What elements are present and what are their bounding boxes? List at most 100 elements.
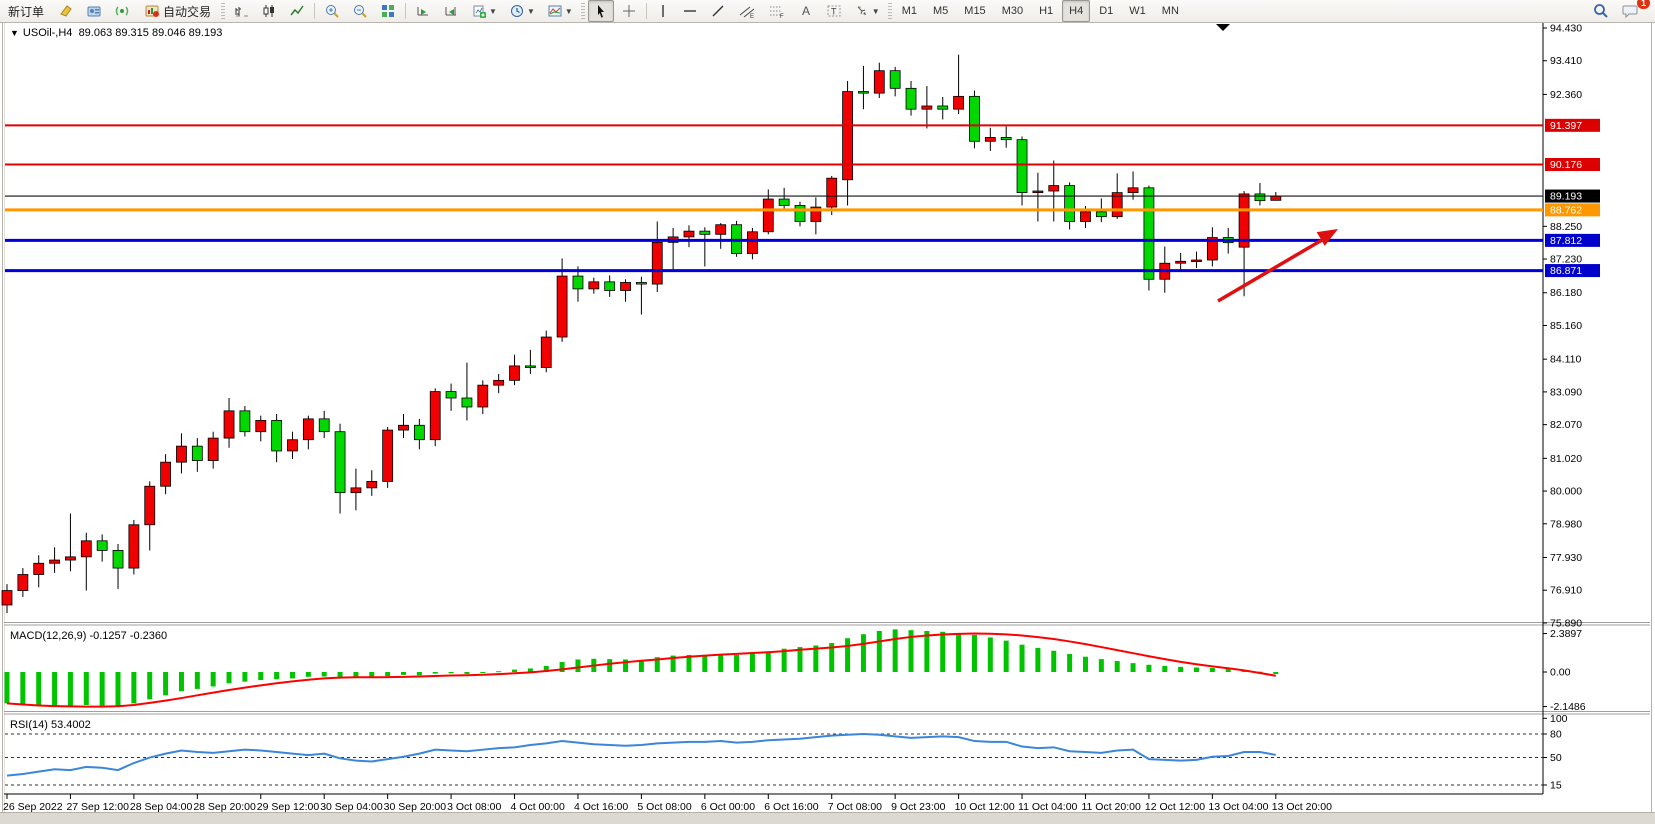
svg-text:A: A bbox=[802, 4, 810, 18]
accounts-button[interactable] bbox=[81, 0, 107, 22]
horizontal-lines bbox=[5, 125, 1543, 270]
step-back-icon bbox=[443, 3, 459, 19]
candle-body bbox=[636, 282, 646, 284]
fibonacci-icon: F bbox=[768, 3, 786, 19]
text-icon: A bbox=[798, 3, 814, 19]
zoom-out-button[interactable] bbox=[347, 0, 373, 22]
new-chart-button[interactable]: ▼ bbox=[466, 0, 502, 22]
chart-forward-button[interactable] bbox=[410, 0, 436, 22]
fibonacci-button[interactable]: F bbox=[763, 0, 791, 22]
template-icon bbox=[547, 3, 563, 19]
toolbar-separator bbox=[405, 3, 406, 19]
chat-button[interactable]: 1 bbox=[1617, 0, 1645, 22]
macd-histogram-bar bbox=[877, 631, 882, 672]
window-bottom-strip bbox=[0, 812, 1655, 824]
candle-body bbox=[129, 525, 139, 568]
price-tick-label: 83.090 bbox=[1550, 386, 1582, 398]
dropdown-arrow-icon: ▼ bbox=[565, 7, 573, 16]
macd-histogram-bar bbox=[5, 672, 10, 703]
macd-histogram-bar bbox=[893, 629, 898, 672]
chart-canvas[interactable]: 94.43093.41092.36088.25087.23086.18085.1… bbox=[0, 22, 1655, 823]
candle-body bbox=[303, 419, 313, 440]
symbol-period-label: USOil-,H4 bbox=[23, 27, 73, 39]
candle-body bbox=[145, 486, 155, 525]
trendline-icon bbox=[710, 3, 726, 19]
candle-body bbox=[652, 242, 662, 284]
candle-body bbox=[81, 541, 91, 557]
rsi-axis-label: 100 bbox=[1550, 713, 1568, 725]
price-badge-label: 88.762 bbox=[1550, 204, 1582, 216]
timeframe-MN[interactable]: MN bbox=[1155, 0, 1186, 22]
macd-histogram-bar bbox=[1131, 663, 1136, 672]
history-center-button[interactable] bbox=[53, 0, 79, 22]
chart-back-button[interactable] bbox=[438, 0, 464, 22]
zoom-in-button[interactable] bbox=[319, 0, 345, 22]
signals-button[interactable] bbox=[109, 0, 135, 22]
candle-body bbox=[969, 96, 979, 141]
timeframe-H1[interactable]: H1 bbox=[1032, 0, 1060, 22]
candle-body bbox=[843, 92, 853, 180]
macd-histogram-bar bbox=[211, 672, 216, 686]
auto-trading-button[interactable]: 自动交易 bbox=[137, 0, 218, 22]
timeframe-M30[interactable]: M30 bbox=[995, 0, 1030, 22]
new-order-button[interactable]: 新订单 bbox=[1, 0, 51, 22]
trendline-button[interactable] bbox=[705, 0, 731, 22]
pane-frame bbox=[4, 22, 1650, 794]
accounts-icon bbox=[86, 3, 102, 19]
candle-body bbox=[779, 199, 789, 205]
timeframe-W1[interactable]: W1 bbox=[1122, 0, 1153, 22]
timeframe-H4[interactable]: H4 bbox=[1062, 0, 1090, 22]
macd-histogram-bar bbox=[417, 672, 422, 675]
candle-chart-button[interactable] bbox=[256, 0, 282, 22]
tile-windows-button[interactable] bbox=[375, 0, 401, 22]
zoom-out-icon bbox=[352, 3, 368, 19]
macd-histogram-bar bbox=[401, 672, 406, 675]
candle-body bbox=[176, 446, 186, 462]
macd-pane: 2.38970.00-2.1486 bbox=[5, 628, 1586, 713]
new-order-label: 新订单 bbox=[8, 3, 44, 20]
template-button[interactable]: ▼ bbox=[542, 0, 578, 22]
candle-body bbox=[922, 106, 932, 109]
macd-axis-label: 0.00 bbox=[1550, 667, 1571, 679]
macd-histogram-bar bbox=[1146, 665, 1151, 672]
timeframe-group: M1M5M15M30H1H4D1W1MN bbox=[894, 0, 1187, 22]
text-label-button[interactable]: T bbox=[821, 0, 847, 22]
macd-histogram-bar bbox=[116, 672, 121, 707]
candle-body bbox=[113, 550, 123, 568]
crosshair-button[interactable] bbox=[616, 0, 642, 22]
macd-histogram-bar bbox=[861, 634, 866, 672]
equidistant-channel-button[interactable]: E bbox=[733, 0, 761, 22]
rsi-pane: 100805015 bbox=[5, 713, 1568, 792]
timeframe-M5[interactable]: M5 bbox=[926, 0, 955, 22]
macd-histogram-bar bbox=[195, 672, 200, 689]
macd-histogram-bar bbox=[131, 672, 136, 703]
candle-body bbox=[272, 420, 282, 450]
arrow-head bbox=[1317, 229, 1338, 246]
macd-histogram-bar bbox=[36, 672, 41, 705]
timeframe-M1[interactable]: M1 bbox=[895, 0, 924, 22]
period-button[interactable]: ▼ bbox=[504, 0, 540, 22]
horizontal-line-button[interactable] bbox=[677, 0, 703, 22]
arrows-button[interactable]: ▼ bbox=[849, 0, 885, 22]
candle-body bbox=[1176, 261, 1186, 263]
macd-histogram-bar bbox=[607, 659, 612, 672]
cursor-button[interactable] bbox=[588, 0, 614, 22]
price-badge-label: 90.176 bbox=[1550, 159, 1582, 171]
text-button[interactable]: A bbox=[793, 0, 819, 22]
macd-histogram-bar bbox=[734, 655, 739, 672]
rsi-axis-label: 50 bbox=[1550, 752, 1562, 764]
rsi-axis-label: 15 bbox=[1550, 779, 1562, 791]
line-chart-button[interactable] bbox=[284, 0, 310, 22]
timeframe-D1[interactable]: D1 bbox=[1092, 0, 1120, 22]
bar-chart-button[interactable] bbox=[228, 0, 254, 22]
timeframe-M15[interactable]: M15 bbox=[957, 0, 992, 22]
search-button[interactable] bbox=[1587, 0, 1615, 22]
macd-axis-label: 2.3897 bbox=[1550, 628, 1582, 640]
macd-histogram-bar bbox=[1067, 654, 1072, 672]
dropdown-arrow-icon: ▼ bbox=[489, 7, 497, 16]
vertical-line-button[interactable] bbox=[651, 0, 675, 22]
macd-histogram-bar bbox=[575, 659, 580, 672]
new-chart-icon bbox=[471, 3, 487, 19]
price-badge-label: 89.193 bbox=[1550, 191, 1582, 203]
candle-body bbox=[478, 385, 488, 407]
